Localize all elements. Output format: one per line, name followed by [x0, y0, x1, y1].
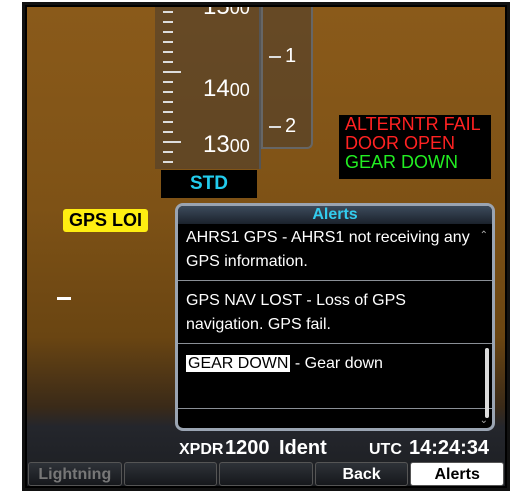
alert-key: GPS NAV LOST: [186, 292, 302, 309]
status-bar: XPDR 1200 Ident UTC 14:24:34: [27, 437, 505, 461]
altitude-tape: 1500 1400 1300: [155, 7, 261, 169]
pfd-screen: 1500 1400 1300 1 2 STD BARO ALTERNTR FAI…: [27, 7, 505, 486]
alert-key: AHRS1 GPS: [186, 229, 278, 246]
cas-message-box: ALTERNTR FAIL DOOR OPEN GEAR DOWN: [339, 115, 491, 179]
alert-separator: -: [301, 292, 317, 309]
xpdr-mode: Ident: [279, 437, 327, 459]
cas-message: GEAR DOWN: [345, 152, 459, 172]
alert-item[interactable]: GEAR DOWN - Gear down: [178, 344, 492, 409]
softkey-bar: Lightning Back Alerts: [27, 462, 505, 486]
altitude-label: 1500: [203, 7, 250, 20]
altitude-label: 1300: [203, 131, 250, 158]
xpdr-label: XPDR: [179, 441, 224, 458]
vertical-speed-tape: 1 2: [261, 7, 313, 149]
softkey-2[interactable]: [123, 462, 218, 486]
altitude-label: 1400: [203, 75, 250, 102]
gps-loi-annunciator: GPS LOI: [63, 209, 149, 232]
xpdr-code: 1200: [225, 437, 270, 459]
alert-separator: -: [290, 355, 305, 372]
alerts-scrollbar[interactable]: ⌃ ⌄: [480, 230, 489, 426]
alerts-window: Alerts AHRS1 GPS - AHRS1 not receiving a…: [175, 203, 495, 431]
scroll-up-icon: ⌃: [479, 230, 488, 241]
scroll-thumb[interactable]: [485, 348, 489, 418]
cas-message: DOOR OPEN: [345, 133, 456, 153]
alerts-title: Alerts: [178, 206, 492, 224]
softkey-lightning[interactable]: Lightning: [28, 462, 122, 486]
softkey-alerts[interactable]: Alerts: [410, 462, 504, 486]
roll-pointer-icon: [57, 297, 71, 300]
cas-message: ALTERNTR FAIL: [345, 114, 481, 134]
alert-item[interactable]: GPS NAV LOST - Loss of GPS navigation. G…: [178, 281, 492, 344]
alert-message: Gear down: [304, 355, 383, 372]
scroll-down-icon: ⌄: [479, 415, 488, 426]
softkey-3[interactable]: [219, 462, 313, 486]
alert-separator: -: [277, 229, 291, 246]
utc-label: UTC: [369, 441, 402, 458]
vsi-mark: 2: [269, 115, 296, 138]
softkey-back[interactable]: Back: [314, 462, 409, 486]
utc-time: 14:24:34: [409, 437, 490, 459]
vsi-mark: 1: [269, 45, 296, 68]
alert-item[interactable]: AHRS1 GPS - AHRS1 not receiving any GPS …: [178, 224, 492, 281]
baro-setting[interactable]: STD BARO: [161, 170, 257, 222]
alert-key-selected: GEAR DOWN: [186, 355, 291, 372]
